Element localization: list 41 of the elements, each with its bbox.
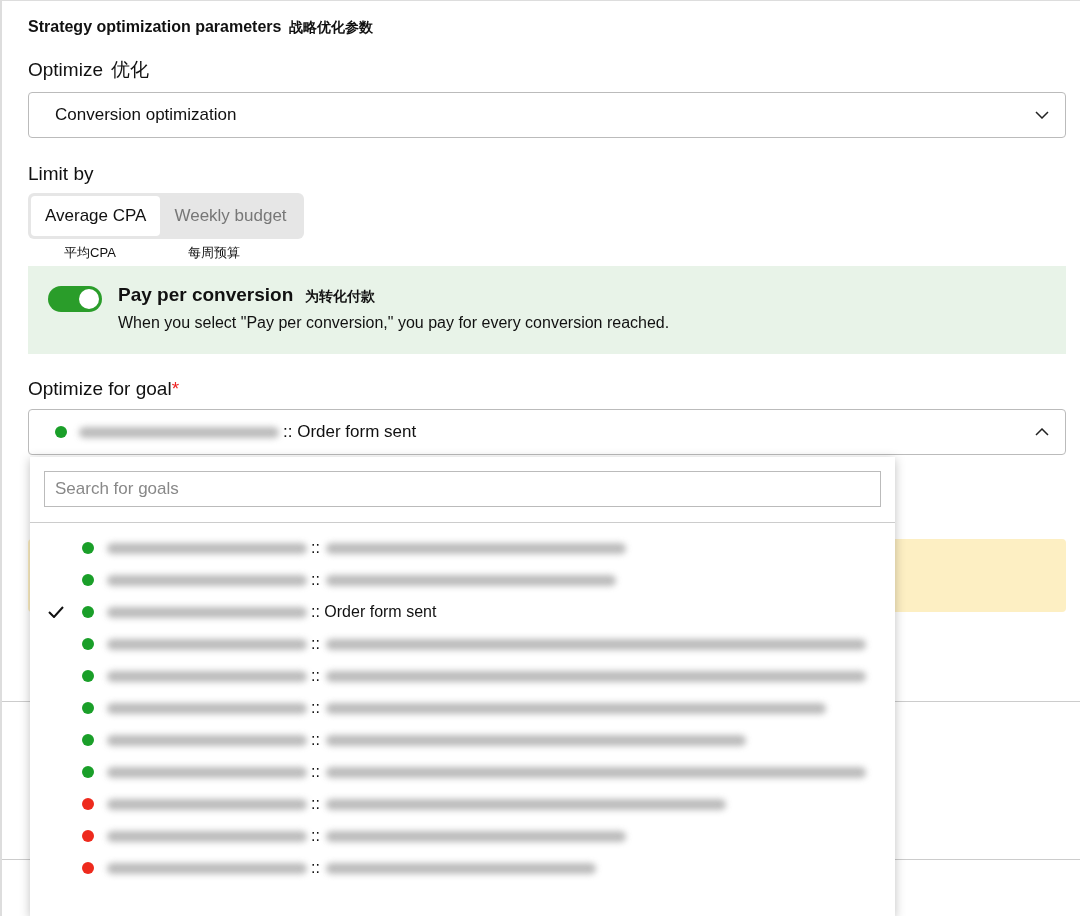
goal-option[interactable]: :: bbox=[30, 628, 895, 660]
goal-text: :: bbox=[311, 699, 320, 717]
goal-select[interactable]: :: Order form sent bbox=[28, 409, 1066, 455]
chinese-note: 每周预算 bbox=[187, 244, 241, 262]
goal-text: :: bbox=[311, 571, 320, 589]
goal-option[interactable]: :: bbox=[30, 852, 895, 884]
toggle-switch[interactable] bbox=[48, 286, 102, 312]
goal-option[interactable]: :: bbox=[30, 564, 895, 596]
goal-text: :: bbox=[311, 827, 320, 845]
section-title: Strategy optimization parameters bbox=[28, 18, 282, 36]
goal-text: :: bbox=[311, 763, 320, 781]
goal-text: :: bbox=[311, 859, 320, 877]
required-mark: * bbox=[171, 378, 180, 400]
chinese-note: 为转化付款 bbox=[305, 288, 376, 306]
goal-text: :: bbox=[311, 731, 320, 749]
goal-text: :: Order form sent bbox=[311, 603, 437, 621]
segment-tab[interactable]: Weekly budget bbox=[160, 196, 301, 236]
field-label: Optimize for goal bbox=[28, 378, 172, 400]
chinese-note: 战略优化参数 bbox=[289, 19, 374, 37]
goal-option[interactable]: :: bbox=[30, 660, 895, 692]
goal-option[interactable]: :: bbox=[30, 724, 895, 756]
goal-option[interactable]: :: bbox=[30, 788, 895, 820]
goal-option[interactable]: :: bbox=[30, 756, 895, 788]
option-description: When you select "Pay per conversion," you pay for every conversion reached. bbox=[118, 314, 670, 332]
field-label: Limit by bbox=[28, 163, 94, 185]
chinese-note: 平均CPA bbox=[63, 244, 117, 262]
goal-option[interactable]: :: Order form sent bbox=[30, 596, 895, 628]
segment-tab[interactable]: Average CPA bbox=[31, 196, 161, 236]
goal-option[interactable]: :: bbox=[30, 532, 895, 564]
chevron-down-icon bbox=[1035, 111, 1049, 119]
option-title: Pay per conversion bbox=[118, 284, 294, 306]
field-label: Optimize bbox=[28, 59, 103, 81]
search-field[interactable]: Search for goals bbox=[44, 471, 881, 507]
goal-text: :: bbox=[311, 539, 320, 557]
optimize-select[interactable]: Conversion optimization bbox=[28, 92, 1066, 138]
goal-option[interactable]: :: bbox=[30, 820, 895, 852]
goal-text: :: bbox=[311, 667, 320, 685]
goal-text: :: bbox=[311, 635, 320, 653]
goal-text: :: bbox=[311, 795, 320, 813]
chinese-note: 优化 bbox=[110, 58, 149, 82]
goal-option[interactable]: :: bbox=[30, 692, 895, 724]
